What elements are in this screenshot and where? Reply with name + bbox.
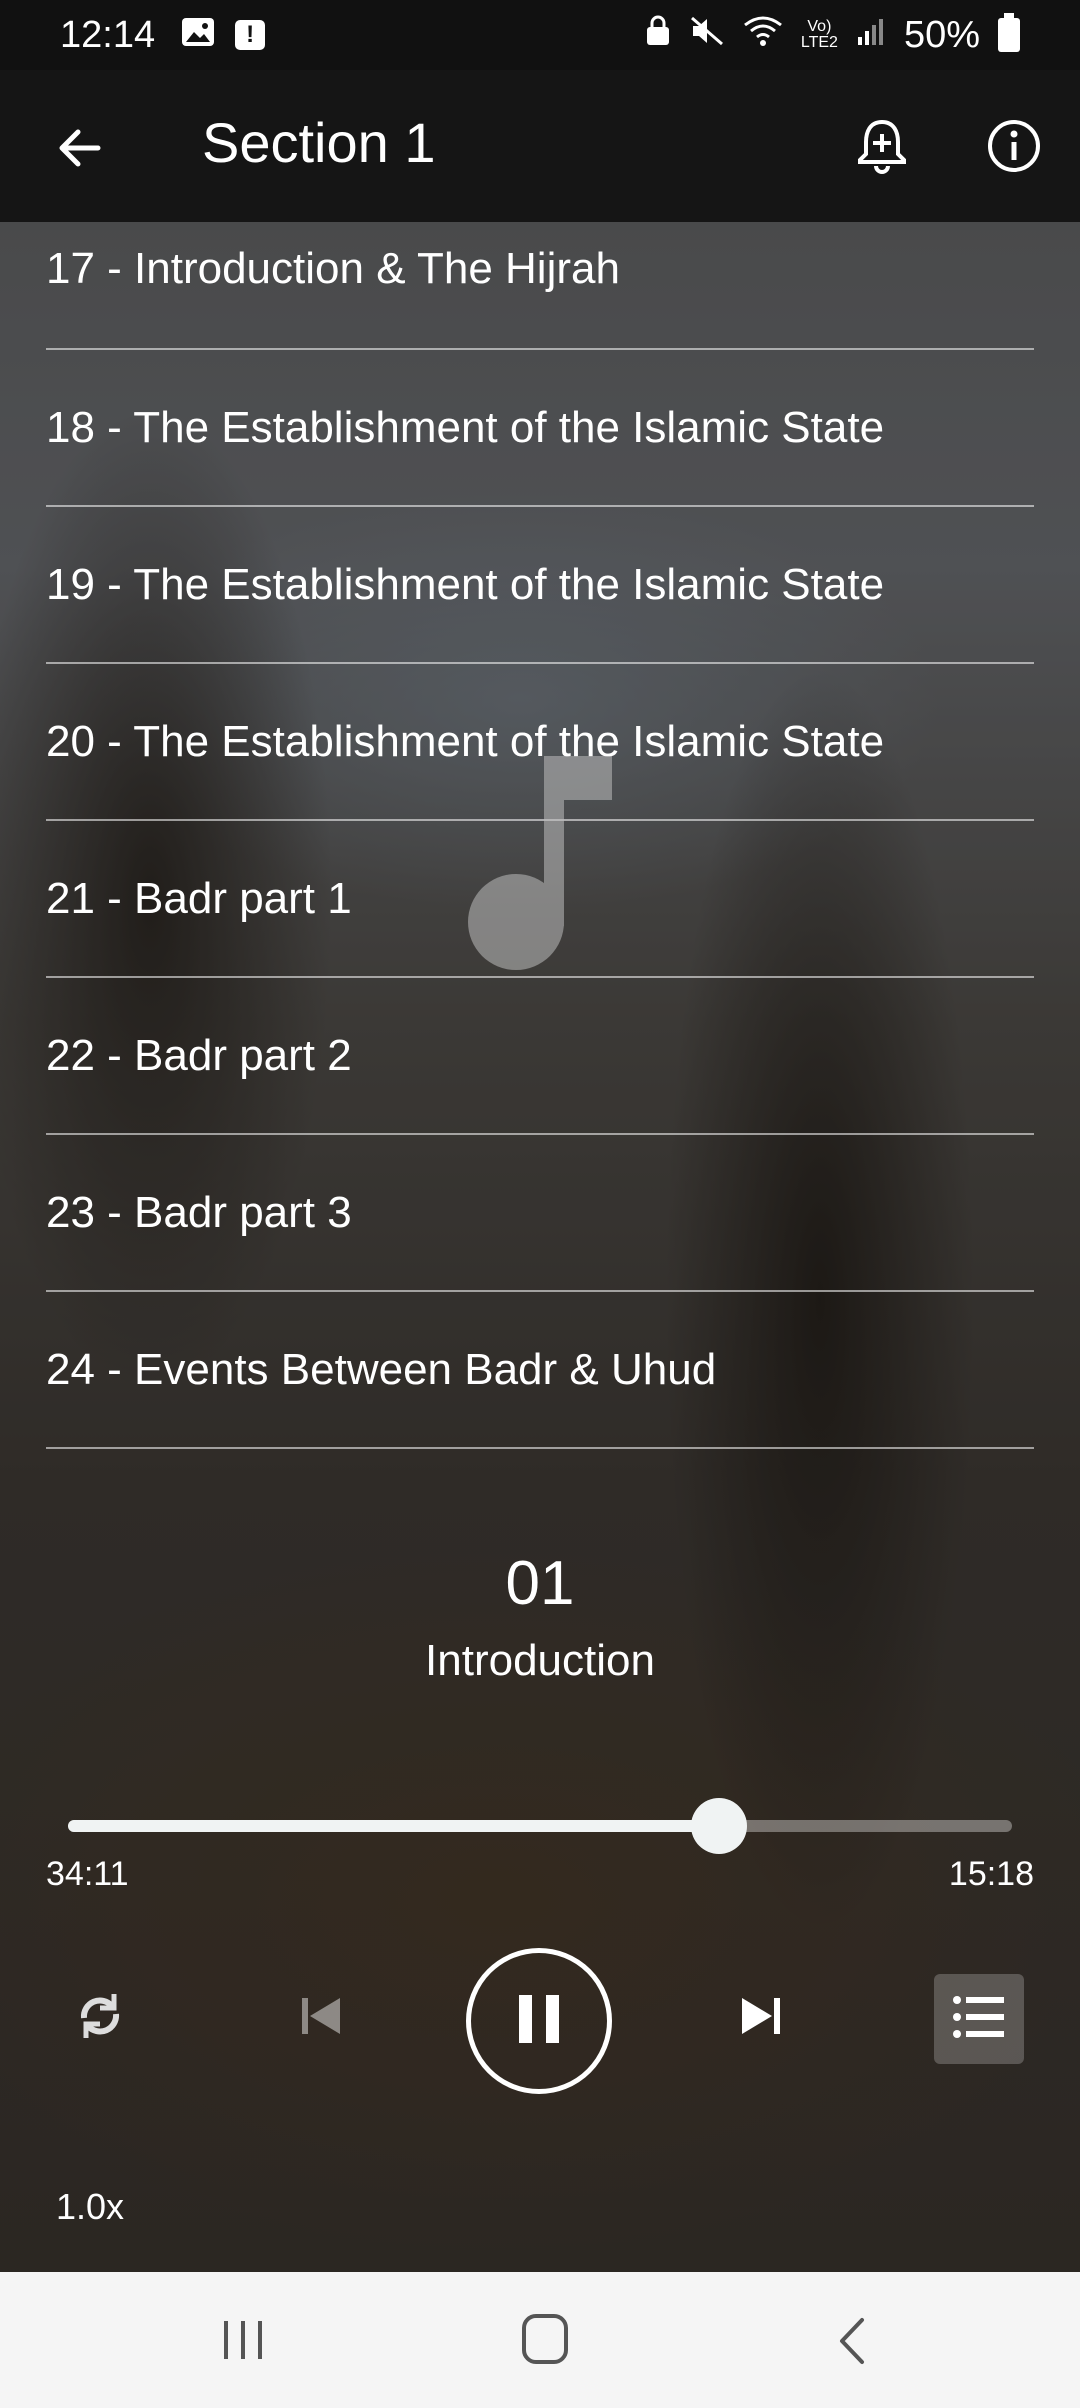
app-bar: Section 1 [0,70,1080,222]
signal-icon [856,14,886,57]
status-time: 12:14 [60,13,156,56]
now-playing-number: 01 [505,1549,575,1618]
volte-icon: Vo) LTE2 [800,18,838,51]
recent-apps-icon[interactable] [220,2317,266,2363]
list-item[interactable]: 23 - Badr part 3 [46,1135,1034,1292]
seek-bar[interactable] [68,1798,1012,1854]
playlist-button[interactable] [934,1974,1024,2064]
track-label: 21 - Badr part 1 [46,873,352,923]
remaining-time: 15:18 [948,1855,1034,1893]
list-item[interactable]: 19 - The Establishment of the Islamic St… [46,507,1034,664]
playlist-icon [952,1994,1006,2045]
track-label: 17 - Introduction & The Hijrah [46,244,620,293]
now-playing-title: Introduction [425,1636,655,1685]
mute-icon [689,14,725,57]
wifi-icon [743,14,783,57]
list-item[interactable]: 24 - Events Between Badr & Uhud [46,1292,1034,1449]
skip-previous-icon[interactable] [292,1986,352,2046]
info-icon[interactable] [982,114,1046,178]
status-bar: 12:14 ! Vo) LTE2 50% [0,0,1080,70]
home-icon[interactable] [522,2314,568,2364]
playback-speed[interactable]: 1.0x [56,2186,124,2228]
system-nav-bar [0,2272,1080,2408]
seek-bar-fill [68,1820,720,1832]
page-title: Section 1 [202,111,436,174]
battery-icon [998,13,1020,52]
list-item[interactable]: 17 - Introduction & The Hijrah [46,222,1034,350]
track-label: 23 - Badr part 3 [46,1187,352,1237]
back-arrow-icon[interactable] [50,118,110,178]
elapsed-time: 34:11 [46,1855,129,1893]
list-item[interactable]: 18 - The Establishment of the Islamic St… [46,350,1034,507]
track-label: 18 - The Establishment of the Islamic St… [46,402,885,452]
seek-bar-thumb[interactable] [691,1798,748,1854]
track-label: 22 - Badr part 2 [46,1030,352,1080]
repeat-icon[interactable] [68,1984,132,2048]
lock-icon [645,14,671,57]
pause-icon [513,1991,565,2052]
music-note-icon [460,750,620,970]
gallery-icon [181,14,215,57]
skip-next-icon[interactable] [730,1986,790,2046]
list-item[interactable]: 22 - Badr part 2 [46,978,1034,1135]
battery-percent: 50% [903,13,980,56]
add-alarm-icon[interactable] [850,114,914,178]
track-label: 24 - Events Between Badr & Uhud [46,1344,717,1394]
alert-icon: ! [235,20,266,50]
pause-button[interactable] [466,1948,612,2094]
track-label: 19 - The Establishment of the Islamic St… [46,559,885,609]
nav-back-icon[interactable] [832,2316,872,2366]
